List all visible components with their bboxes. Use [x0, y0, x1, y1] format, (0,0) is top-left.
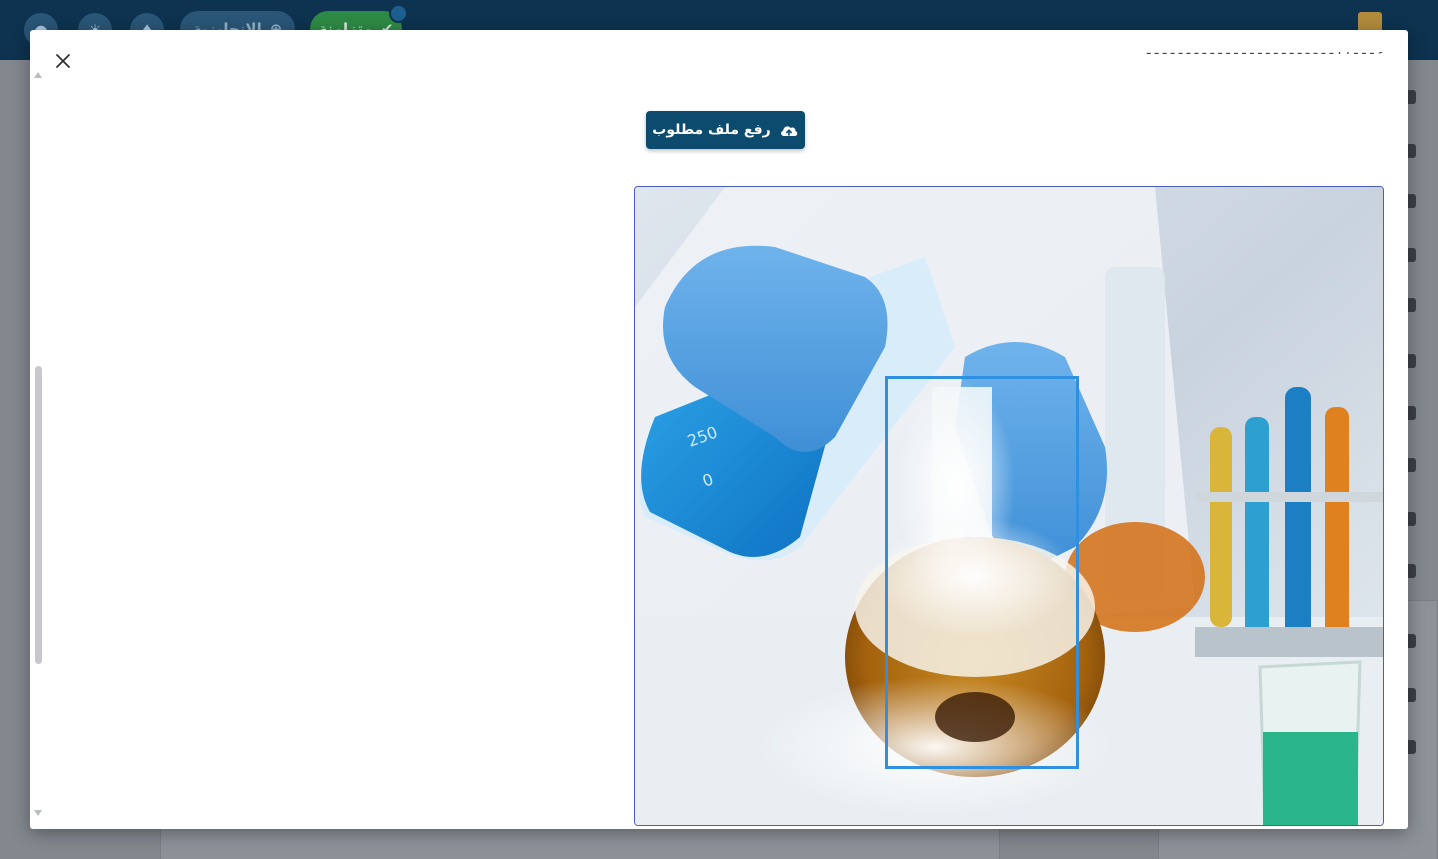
- scrollbar-thumb[interactable]: [35, 366, 42, 664]
- status-indicator-dot: [389, 4, 408, 23]
- clipped-text-line: ء ـ ـ ـ ، ، ـ ـ ـ ـ ـ ـ ـ ـ ـ ـ ـ ـ ـ ـ …: [1144, 52, 1384, 68]
- scroll-up-arrow[interactable]: [34, 72, 42, 78]
- image-preview[interactable]: 250 0: [634, 186, 1384, 826]
- detection-bounding-box[interactable]: [885, 376, 1079, 769]
- upload-modal: ء ـ ـ ـ ، ، ـ ـ ـ ـ ـ ـ ـ ـ ـ ـ ـ ـ ـ ـ …: [30, 30, 1408, 829]
- scroll-down-arrow[interactable]: [34, 810, 42, 816]
- close-icon: [56, 54, 70, 68]
- cloud-upload-icon: [780, 126, 797, 136]
- upload-button-label: رفع ملف مطلوب: [652, 122, 771, 138]
- close-button[interactable]: [50, 48, 76, 74]
- upload-required-file-button[interactable]: رفع ملف مطلوب: [646, 111, 805, 149]
